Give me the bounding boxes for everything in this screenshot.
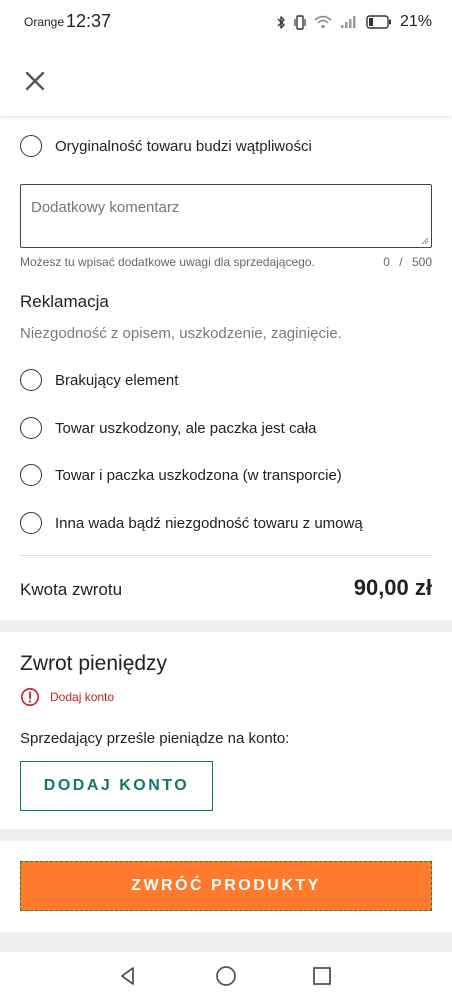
app-header [0, 44, 452, 116]
complaint-option-label: Brakujący element [55, 371, 179, 389]
radio-button[interactable] [20, 135, 42, 157]
comment-counter: 0 / 500 [383, 255, 432, 269]
complaint-option-label: Towar uszkodzony, ale paczka jest cała [55, 419, 317, 437]
reason-option-originality[interactable]: Oryginalność towaru budzi wątpliwości [20, 133, 312, 159]
radio-button[interactable] [20, 512, 42, 534]
vibrate-icon [294, 14, 306, 30]
warning-icon [21, 688, 39, 706]
reason-label: Oryginalność towaru budzi wątpliwości [55, 137, 312, 155]
warning-row: Dodaj konto [20, 686, 114, 708]
complaint-description: Niezgodność z opisem, uszkodzenie, zagin… [20, 325, 342, 342]
recents-icon[interactable] [310, 964, 334, 988]
carrier-name: Orange [24, 15, 65, 29]
complaint-option-label: Inna wada bądź niezgodność towaru z umow… [55, 514, 363, 532]
complaint-title: Reklamacja [20, 292, 109, 311]
wifi-icon [314, 15, 332, 29]
radio-button[interactable] [20, 369, 42, 391]
refund-amount: 90,00 zł [353, 575, 432, 600]
status-bar: Orange 12:37 21% [0, 0, 452, 44]
divider [20, 555, 432, 556]
status-icons: 21% [277, 12, 432, 32]
refund-label: Kwota zwrotu [20, 580, 123, 599]
close-icon[interactable] [20, 66, 50, 96]
resize-grip-icon[interactable] [421, 237, 429, 245]
seller-transfer-text: Sprzedający prześle pieniądze na konto: [20, 730, 290, 747]
clock: 12:37 [66, 11, 112, 31]
radio-button[interactable] [20, 464, 42, 486]
signal-icon [340, 16, 356, 28]
comment-input[interactable] [21, 185, 431, 247]
warning-text: Dodaj konto [50, 690, 115, 704]
comment-hint: Możesz tu wpisać dodatkowe uwagi dla spr… [20, 255, 315, 269]
back-icon[interactable] [116, 964, 140, 988]
complaint-option-label: Towar i paczka uszkodzona (w transporcie… [55, 466, 342, 484]
battery-percent: 21% [399, 13, 432, 30]
radio-button[interactable] [20, 417, 42, 439]
complaint-option-damaged-item[interactable]: Towar uszkodzony, ale paczka jest cała [20, 415, 317, 441]
section-separator [0, 932, 452, 952]
return-products-button[interactable]: ZWRÓĆ PRODUKTY [20, 861, 432, 911]
bluetooth-icon [277, 15, 285, 29]
add-account-button[interactable]: DODAJ KONTO [20, 761, 213, 811]
navigation-bar [0, 952, 452, 999]
section-separator [0, 620, 452, 632]
home-icon[interactable] [214, 964, 238, 988]
battery-icon [366, 15, 391, 29]
complaint-option-damaged-in-transport[interactable]: Towar i paczka uszkodzona (w transporcie… [20, 462, 342, 488]
complaint-option-missing-element[interactable]: Brakujący element [20, 367, 178, 393]
money-return-title: Zwrot pieniędzy [20, 652, 168, 675]
comment-box [20, 184, 432, 248]
complaint-option-other-defect[interactable]: Inna wada bądź niezgodność towaru z umow… [20, 510, 363, 536]
section-separator [0, 829, 452, 841]
